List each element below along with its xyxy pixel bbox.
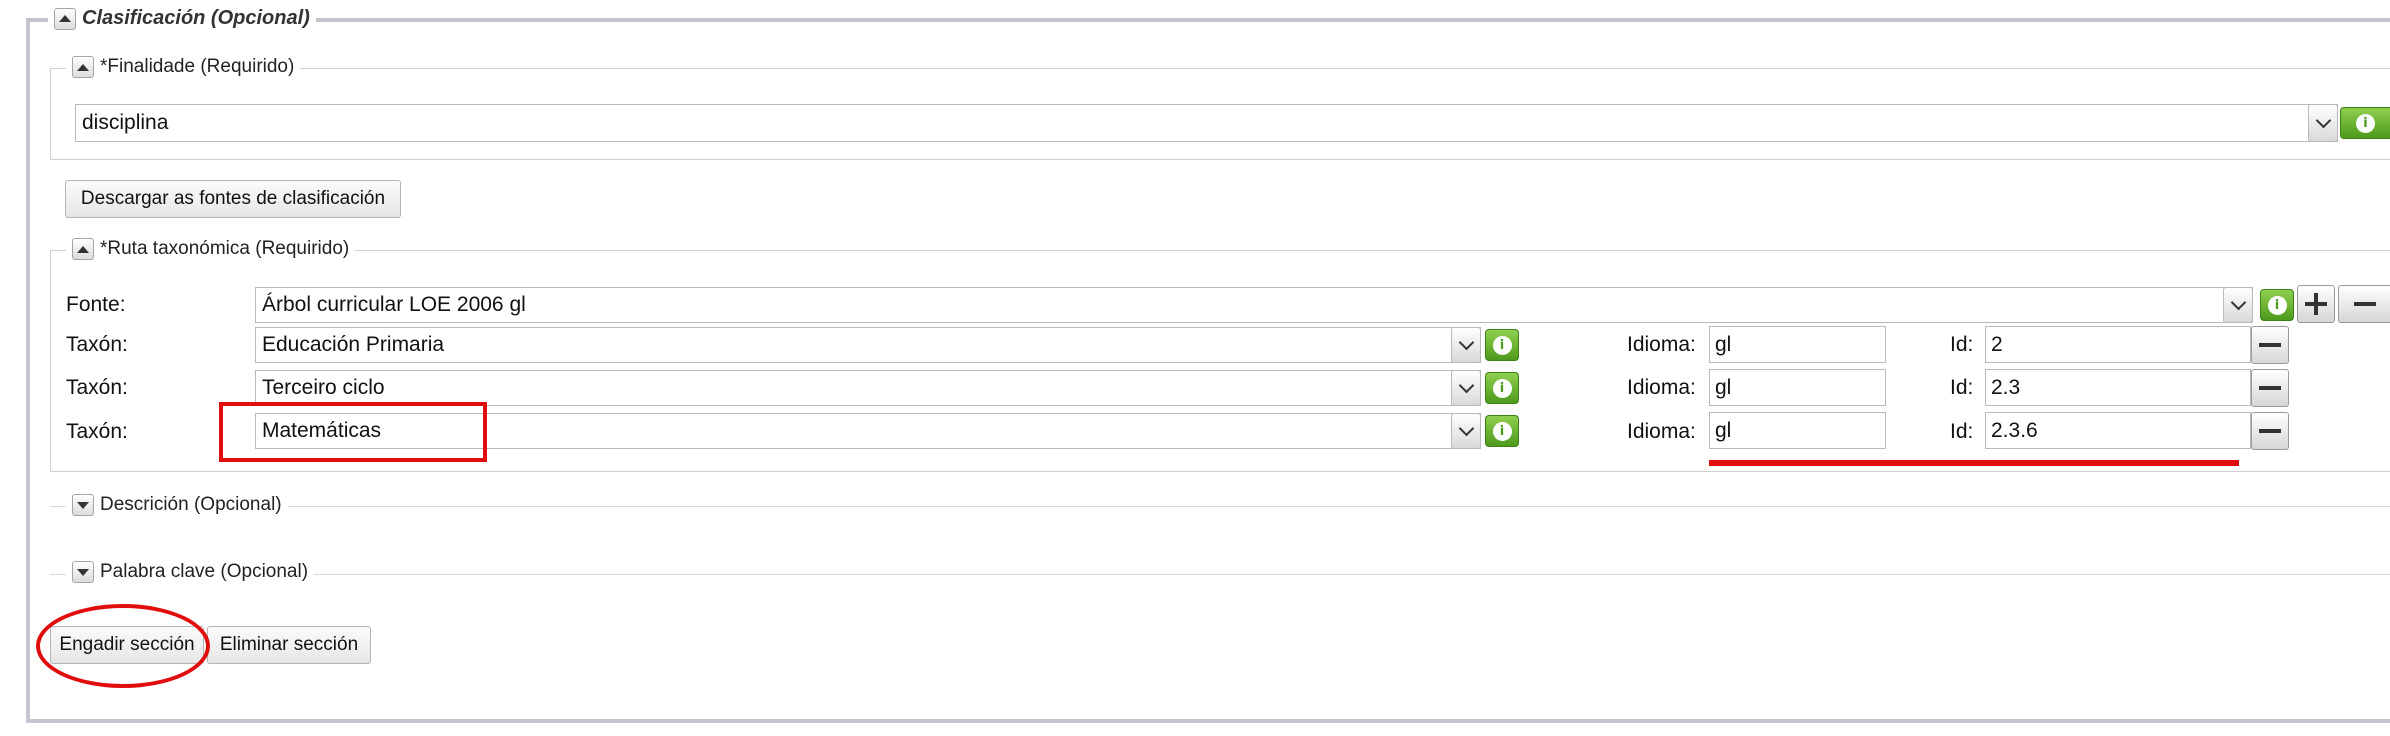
id-input[interactable]: 2.3.6 — [1985, 412, 2251, 449]
info-icon[interactable]: i — [1485, 372, 1519, 404]
palabra-clave-legend: Palabra clave (Opcional) — [66, 561, 315, 583]
minus-icon — [2259, 386, 2281, 390]
descricion-fieldset — [50, 506, 2390, 507]
info-icon[interactable]: i — [1485, 415, 1519, 447]
remove-taxon-button[interactable] — [2251, 369, 2289, 407]
taxon-label: Taxón: — [66, 333, 128, 356]
taxon-select[interactable]: Educación Primaria — [255, 327, 1481, 363]
chevron-down-icon[interactable] — [1451, 413, 1481, 449]
descricion-legend: Descrición (Opcional) — [66, 494, 288, 516]
info-icon[interactable]: i — [1485, 329, 1519, 361]
clasificacion-legend: Clasificación (Opcional) — [48, 7, 316, 30]
chevron-down-icon[interactable] — [2223, 287, 2253, 323]
remove-section-button[interactable]: Eliminar sección — [207, 626, 371, 664]
idioma-label: Idioma: — [1627, 333, 1696, 356]
ruta-legend: *Ruta taxonómica (Requirido) — [66, 238, 356, 260]
taxon-label: Taxón: — [66, 420, 128, 443]
palabra-clave-fieldset — [50, 574, 2390, 575]
collapse-up-icon[interactable] — [54, 7, 76, 30]
idioma-label: Idioma: — [1627, 376, 1696, 399]
add-taxon-button[interactable] — [2297, 285, 2335, 323]
chevron-down-icon[interactable] — [1451, 370, 1481, 406]
minus-icon — [2259, 429, 2281, 433]
download-sources-button[interactable]: Descargar as fontes de clasificación — [65, 180, 401, 218]
minus-icon — [2353, 302, 2376, 306]
chevron-down-icon[interactable] — [1451, 327, 1481, 363]
chevron-down-icon[interactable] — [2308, 104, 2338, 142]
idioma-label: Idioma: — [1627, 420, 1696, 443]
id-input[interactable]: 2 — [1985, 326, 2251, 363]
finalidade-legend: *Finalidade (Requirido) — [66, 56, 301, 78]
expand-down-icon[interactable] — [72, 494, 94, 516]
remove-taxon-button[interactable] — [2251, 412, 2289, 450]
collapse-up-icon[interactable] — [72, 56, 94, 78]
idioma-input[interactable]: gl — [1709, 412, 1886, 449]
finalidade-select[interactable]: disciplina — [75, 104, 2338, 142]
id-input[interactable]: 2.3 — [1985, 369, 2251, 406]
id-label: Id: — [1950, 333, 1974, 356]
minus-icon — [2259, 343, 2281, 347]
remove-fonte-button[interactable] — [2338, 285, 2390, 323]
annotation-circle — [36, 604, 210, 688]
id-label: Id: — [1950, 376, 1974, 399]
id-label: Id: — [1950, 420, 1974, 443]
remove-taxon-button[interactable] — [2251, 326, 2289, 364]
annotation-highlight-box — [219, 402, 487, 462]
expand-down-icon[interactable] — [72, 561, 94, 583]
info-icon[interactable]: i — [2260, 289, 2294, 321]
fonte-select[interactable]: Árbol curricular LOE 2006 gl — [255, 287, 2253, 323]
info-icon[interactable]: i — [2340, 107, 2390, 139]
taxon-label: Taxón: — [66, 376, 128, 399]
annotation-underline — [1709, 460, 2239, 466]
taxon-select[interactable]: Terceiro ciclo — [255, 370, 1481, 406]
idioma-input[interactable]: gl — [1709, 369, 1886, 406]
fonte-label: Fonte: — [66, 293, 126, 316]
idioma-input[interactable]: gl — [1709, 326, 1886, 363]
collapse-up-icon[interactable] — [72, 238, 94, 260]
